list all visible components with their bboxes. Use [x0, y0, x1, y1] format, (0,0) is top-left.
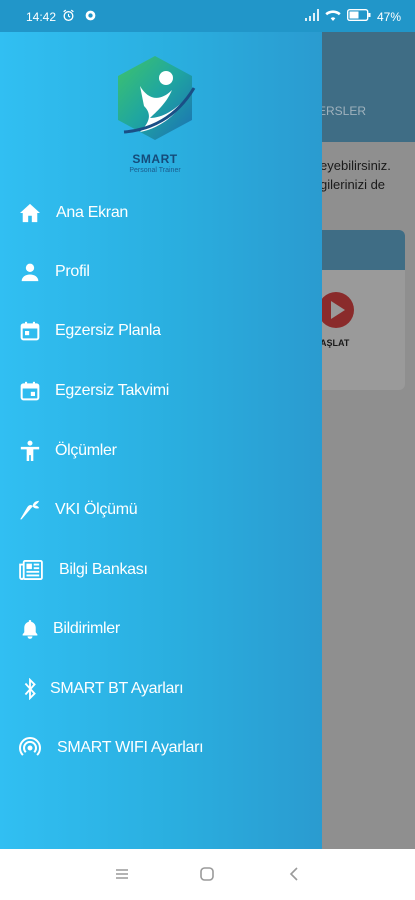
bluetooth-icon [18, 677, 42, 701]
menu-item-label: SMART WIFI Ayarları [57, 739, 204, 756]
status-time: 14:42 [26, 10, 57, 24]
home-button[interactable] [199, 866, 217, 884]
menu-item-label: Bilgi Bankası [59, 561, 148, 578]
play-icon [318, 292, 354, 328]
battery-icon [346, 8, 371, 24]
menu-item-label: VKI Ölçümü [55, 501, 138, 518]
menu-item-plan-exercise[interactable]: Egzersiz Planla [0, 308, 322, 354]
menu-item-profile[interactable]: Profil [0, 249, 322, 295]
menu-item-label: Ana Ekran [56, 204, 129, 221]
menu-item-notifications[interactable]: Bildirimler [0, 606, 322, 652]
app-notification-icon [84, 9, 97, 25]
menu-item-exercise-calendar[interactable]: Egzersiz Takvimi [0, 368, 322, 414]
logo-subtitle: Personal Trainer [129, 167, 181, 174]
wifi-tethering-icon [18, 736, 42, 760]
status-bar: 14:42 47% [0, 0, 415, 32]
wifi-icon [325, 9, 341, 24]
recent-apps-button[interactable] [114, 866, 132, 884]
menu-item-label: SMART BT Ayarları [50, 680, 184, 697]
signal-icon [304, 9, 319, 24]
background-text: eyebilirsiniz. gilerinizi de [320, 156, 415, 194]
menu-item-knowledge-base[interactable]: Bilgi Bankası [0, 547, 322, 593]
menu-item-measurements[interactable]: Ölçümler [0, 428, 322, 474]
menu-item-bt-settings[interactable]: SMART BT Ayarları [0, 666, 322, 712]
menu-item-bmi[interactable]: VKI Ölçümü [0, 487, 322, 533]
calendar-event-icon [18, 379, 42, 403]
bell-icon [18, 617, 42, 641]
menu-item-label: Egzersiz Takvimi [55, 382, 170, 399]
system-nav-bar [0, 849, 415, 900]
newspaper-icon [19, 558, 43, 582]
carrot-icon [18, 498, 42, 522]
calendar-icon [18, 319, 42, 343]
background-text-line-2: gilerinizi de [320, 177, 386, 192]
background-tab: ERSLER [318, 104, 367, 118]
menu-item-label: Profil [55, 263, 90, 280]
menu-item-label: Bildirimler [53, 620, 120, 637]
menu-item-home[interactable]: Ana Ekran [0, 190, 322, 236]
background-text-line-1: eyebilirsiniz. [320, 158, 391, 173]
home-icon [18, 201, 42, 225]
accessibility-icon [18, 439, 42, 463]
smart-logo: SMART Personal Trainer [110, 48, 200, 178]
navigation-drawer: SMART Personal Trainer Ana Ekran Profil … [0, 32, 322, 849]
battery-percent: 47% [376, 9, 401, 24]
logo-icon [118, 56, 196, 140]
person-icon [18, 260, 42, 284]
menu-item-label: Egzersiz Planla [55, 322, 161, 339]
menu-item-label: Ölçümler [55, 442, 117, 459]
start-label: AŞLAT [320, 338, 350, 348]
logo-title: SMART [132, 152, 178, 166]
menu-item-wifi-settings[interactable]: SMART WIFI Ayarları [0, 725, 322, 771]
alarm-icon [62, 9, 75, 25]
back-button[interactable] [287, 866, 305, 884]
